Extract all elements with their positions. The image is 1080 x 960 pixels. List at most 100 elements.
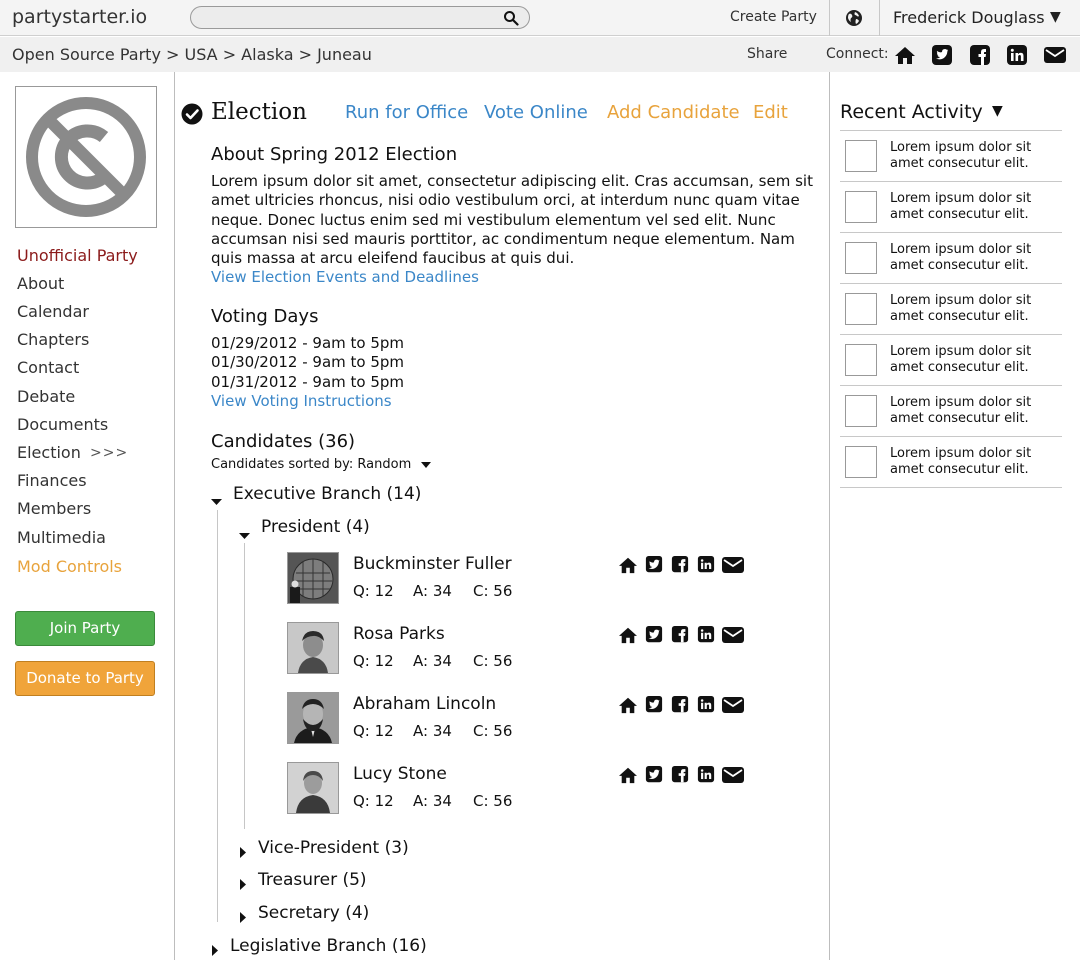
linkedin-icon[interactable] — [1006, 45, 1028, 65]
tree-legislative-branch[interactable]: Legislative Branch (16) — [230, 936, 427, 956]
twitter-icon[interactable] — [931, 45, 953, 65]
activity-thumbnail[interactable] — [845, 191, 877, 223]
email-icon[interactable] — [722, 696, 744, 714]
caret-down-icon[interactable] — [239, 525, 250, 539]
linkedin-icon[interactable] — [696, 696, 716, 714]
activity-thumbnail[interactable] — [845, 293, 877, 325]
facebook-icon[interactable] — [969, 45, 991, 65]
twitter-icon[interactable] — [644, 696, 664, 714]
activity-thumbnail[interactable] — [845, 344, 877, 376]
linkedin-icon[interactable] — [696, 556, 716, 574]
vote-online-link[interactable]: Vote Online — [484, 102, 588, 123]
caret-right-icon[interactable] — [211, 941, 219, 956]
email-icon[interactable] — [722, 626, 744, 644]
sidebar-item-multimedia[interactable]: Multimedia — [17, 528, 106, 547]
divider — [879, 0, 880, 36]
election-events-link[interactable]: View Election Events and Deadlines — [211, 268, 479, 286]
sidebar-item-debate[interactable]: Debate — [17, 387, 75, 406]
candidate-name[interactable]: Buckminster Fuller — [353, 554, 512, 574]
sidebar-item-election[interactable]: Election — [17, 443, 81, 462]
search-icon[interactable] — [503, 10, 519, 26]
facebook-icon[interactable] — [670, 556, 690, 574]
candidate-photo[interactable] — [287, 622, 339, 674]
facebook-icon[interactable] — [670, 696, 690, 714]
donate-button[interactable]: Donate to Party — [15, 661, 155, 696]
create-party-link[interactable]: Create Party — [730, 9, 817, 25]
chevron-down-icon[interactable]: ▼ — [1050, 9, 1061, 25]
candidate-name[interactable]: Lucy Stone — [353, 764, 447, 784]
activity-item[interactable]: Lorem ipsum dolor sit amet consecutur eli… — [890, 242, 1050, 274]
globe-icon[interactable] — [845, 9, 863, 27]
facebook-icon[interactable] — [670, 626, 690, 644]
divider — [840, 283, 1062, 284]
share-link[interactable]: Share — [747, 46, 787, 62]
home-icon[interactable] — [618, 556, 638, 574]
candidate-photo[interactable] — [287, 552, 339, 604]
sidebar-item-mod-controls[interactable]: Mod Controls — [17, 557, 122, 576]
twitter-icon[interactable] — [644, 766, 664, 784]
sidebar-item-finances[interactable]: Finances — [17, 471, 87, 490]
sidebar-item-chapters[interactable]: Chapters — [17, 330, 89, 349]
candidates-heading: Candidates (36) — [211, 431, 356, 452]
email-icon[interactable] — [722, 556, 744, 574]
activity-item[interactable]: Lorem ipsum dolor sit amet consecutur eli… — [890, 293, 1050, 325]
sidebar-item-about[interactable]: About — [17, 274, 64, 293]
caret-right-icon[interactable] — [239, 843, 247, 858]
sidebar-item-unofficial-party[interactable]: Unofficial Party — [17, 246, 138, 265]
activity-item[interactable]: Lorem ipsum dolor sit amet consecutur eli… — [890, 140, 1050, 172]
join-party-button[interactable]: Join Party — [15, 611, 155, 646]
candidate-questions: Q: 12 — [353, 722, 394, 740]
search-input[interactable] — [190, 6, 530, 29]
user-menu[interactable]: Frederick Douglass — [893, 8, 1045, 27]
sort-selector[interactable]: Candidates sorted by: Random — [211, 457, 432, 472]
breadcrumb[interactable]: Open Source Party > USA > Alaska > Junea… — [12, 45, 372, 64]
caret-right-icon[interactable] — [239, 908, 247, 923]
activity-thumbnail[interactable] — [845, 446, 877, 478]
linkedin-icon[interactable] — [696, 626, 716, 644]
activity-thumbnail[interactable] — [845, 395, 877, 427]
candidate-photo[interactable] — [287, 692, 339, 744]
activity-item[interactable]: Lorem ipsum dolor sit amet consecutur eli… — [890, 395, 1050, 427]
email-icon[interactable] — [722, 766, 744, 784]
home-icon[interactable] — [618, 766, 638, 784]
candidate-name[interactable]: Rosa Parks — [353, 624, 445, 644]
divider — [840, 436, 1062, 437]
activity-thumbnail[interactable] — [845, 140, 877, 172]
site-logo[interactable]: partystarter.io — [12, 6, 147, 28]
activity-thumbnail[interactable] — [845, 242, 877, 274]
tree-secretary[interactable]: Secretary (4) — [258, 903, 369, 923]
activity-item[interactable]: Lorem ipsum dolor sit amet consecutur eli… — [890, 344, 1050, 376]
voting-day: 01/31/2012 - 9am to 5pm — [211, 373, 405, 391]
sidebar-item-contact[interactable]: Contact — [17, 358, 79, 377]
sidebar-item-documents[interactable]: Documents — [17, 415, 108, 434]
about-heading: About Spring 2012 Election — [211, 144, 458, 165]
activity-item[interactable]: Lorem ipsum dolor sit amet consecutur eli… — [890, 191, 1050, 223]
facebook-icon[interactable] — [670, 766, 690, 784]
chevron-down-icon[interactable]: ▼ — [992, 103, 1003, 119]
candidate-questions: Q: 12 — [353, 652, 394, 670]
sidebar-item-members[interactable]: Members — [17, 499, 91, 518]
candidate-comments: C: 56 — [473, 652, 513, 670]
home-icon[interactable] — [894, 45, 916, 65]
edit-link[interactable]: Edit — [753, 102, 788, 123]
sidebar-item-calendar[interactable]: Calendar — [17, 302, 89, 321]
tree-treasurer[interactable]: Treasurer (5) — [258, 870, 367, 890]
tree-executive-branch[interactable]: Executive Branch (14) — [233, 484, 421, 504]
candidate-photo[interactable] — [287, 762, 339, 814]
caret-down-icon[interactable] — [211, 491, 222, 505]
tree-vice-president[interactable]: Vice-President (3) — [258, 838, 409, 858]
voting-instructions-link[interactable]: View Voting Instructions — [211, 392, 392, 410]
home-icon[interactable] — [618, 626, 638, 644]
caret-right-icon[interactable] — [239, 875, 247, 890]
twitter-icon[interactable] — [644, 626, 664, 644]
activity-item[interactable]: Lorem ipsum dolor sit amet consecutur eli… — [890, 446, 1050, 478]
candidate-name[interactable]: Abraham Lincoln — [353, 694, 496, 714]
add-candidate-link[interactable]: Add Candidate — [607, 102, 740, 123]
run-for-office-link[interactable]: Run for Office — [345, 102, 468, 123]
email-icon[interactable] — [1044, 45, 1066, 65]
twitter-icon[interactable] — [644, 556, 664, 574]
home-icon[interactable] — [618, 696, 638, 714]
linkedin-icon[interactable] — [696, 766, 716, 784]
caret-down-icon[interactable] — [421, 461, 432, 468]
tree-president[interactable]: President (4) — [261, 517, 370, 537]
